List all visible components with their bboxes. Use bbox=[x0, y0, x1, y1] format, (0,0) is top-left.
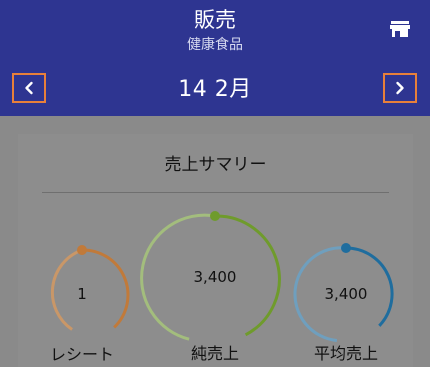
average-sales-value: 3,400 bbox=[324, 285, 368, 303]
net-sales-label: 純売上 bbox=[190, 344, 239, 363]
gauge-graphics bbox=[50, 211, 394, 342]
net-sales-value: 3,400 bbox=[193, 268, 237, 286]
average-sales-label: 平均売上 bbox=[313, 344, 378, 363]
receipt-count-value: 1 bbox=[77, 285, 87, 303]
receipt-label: レシート bbox=[49, 345, 114, 364]
